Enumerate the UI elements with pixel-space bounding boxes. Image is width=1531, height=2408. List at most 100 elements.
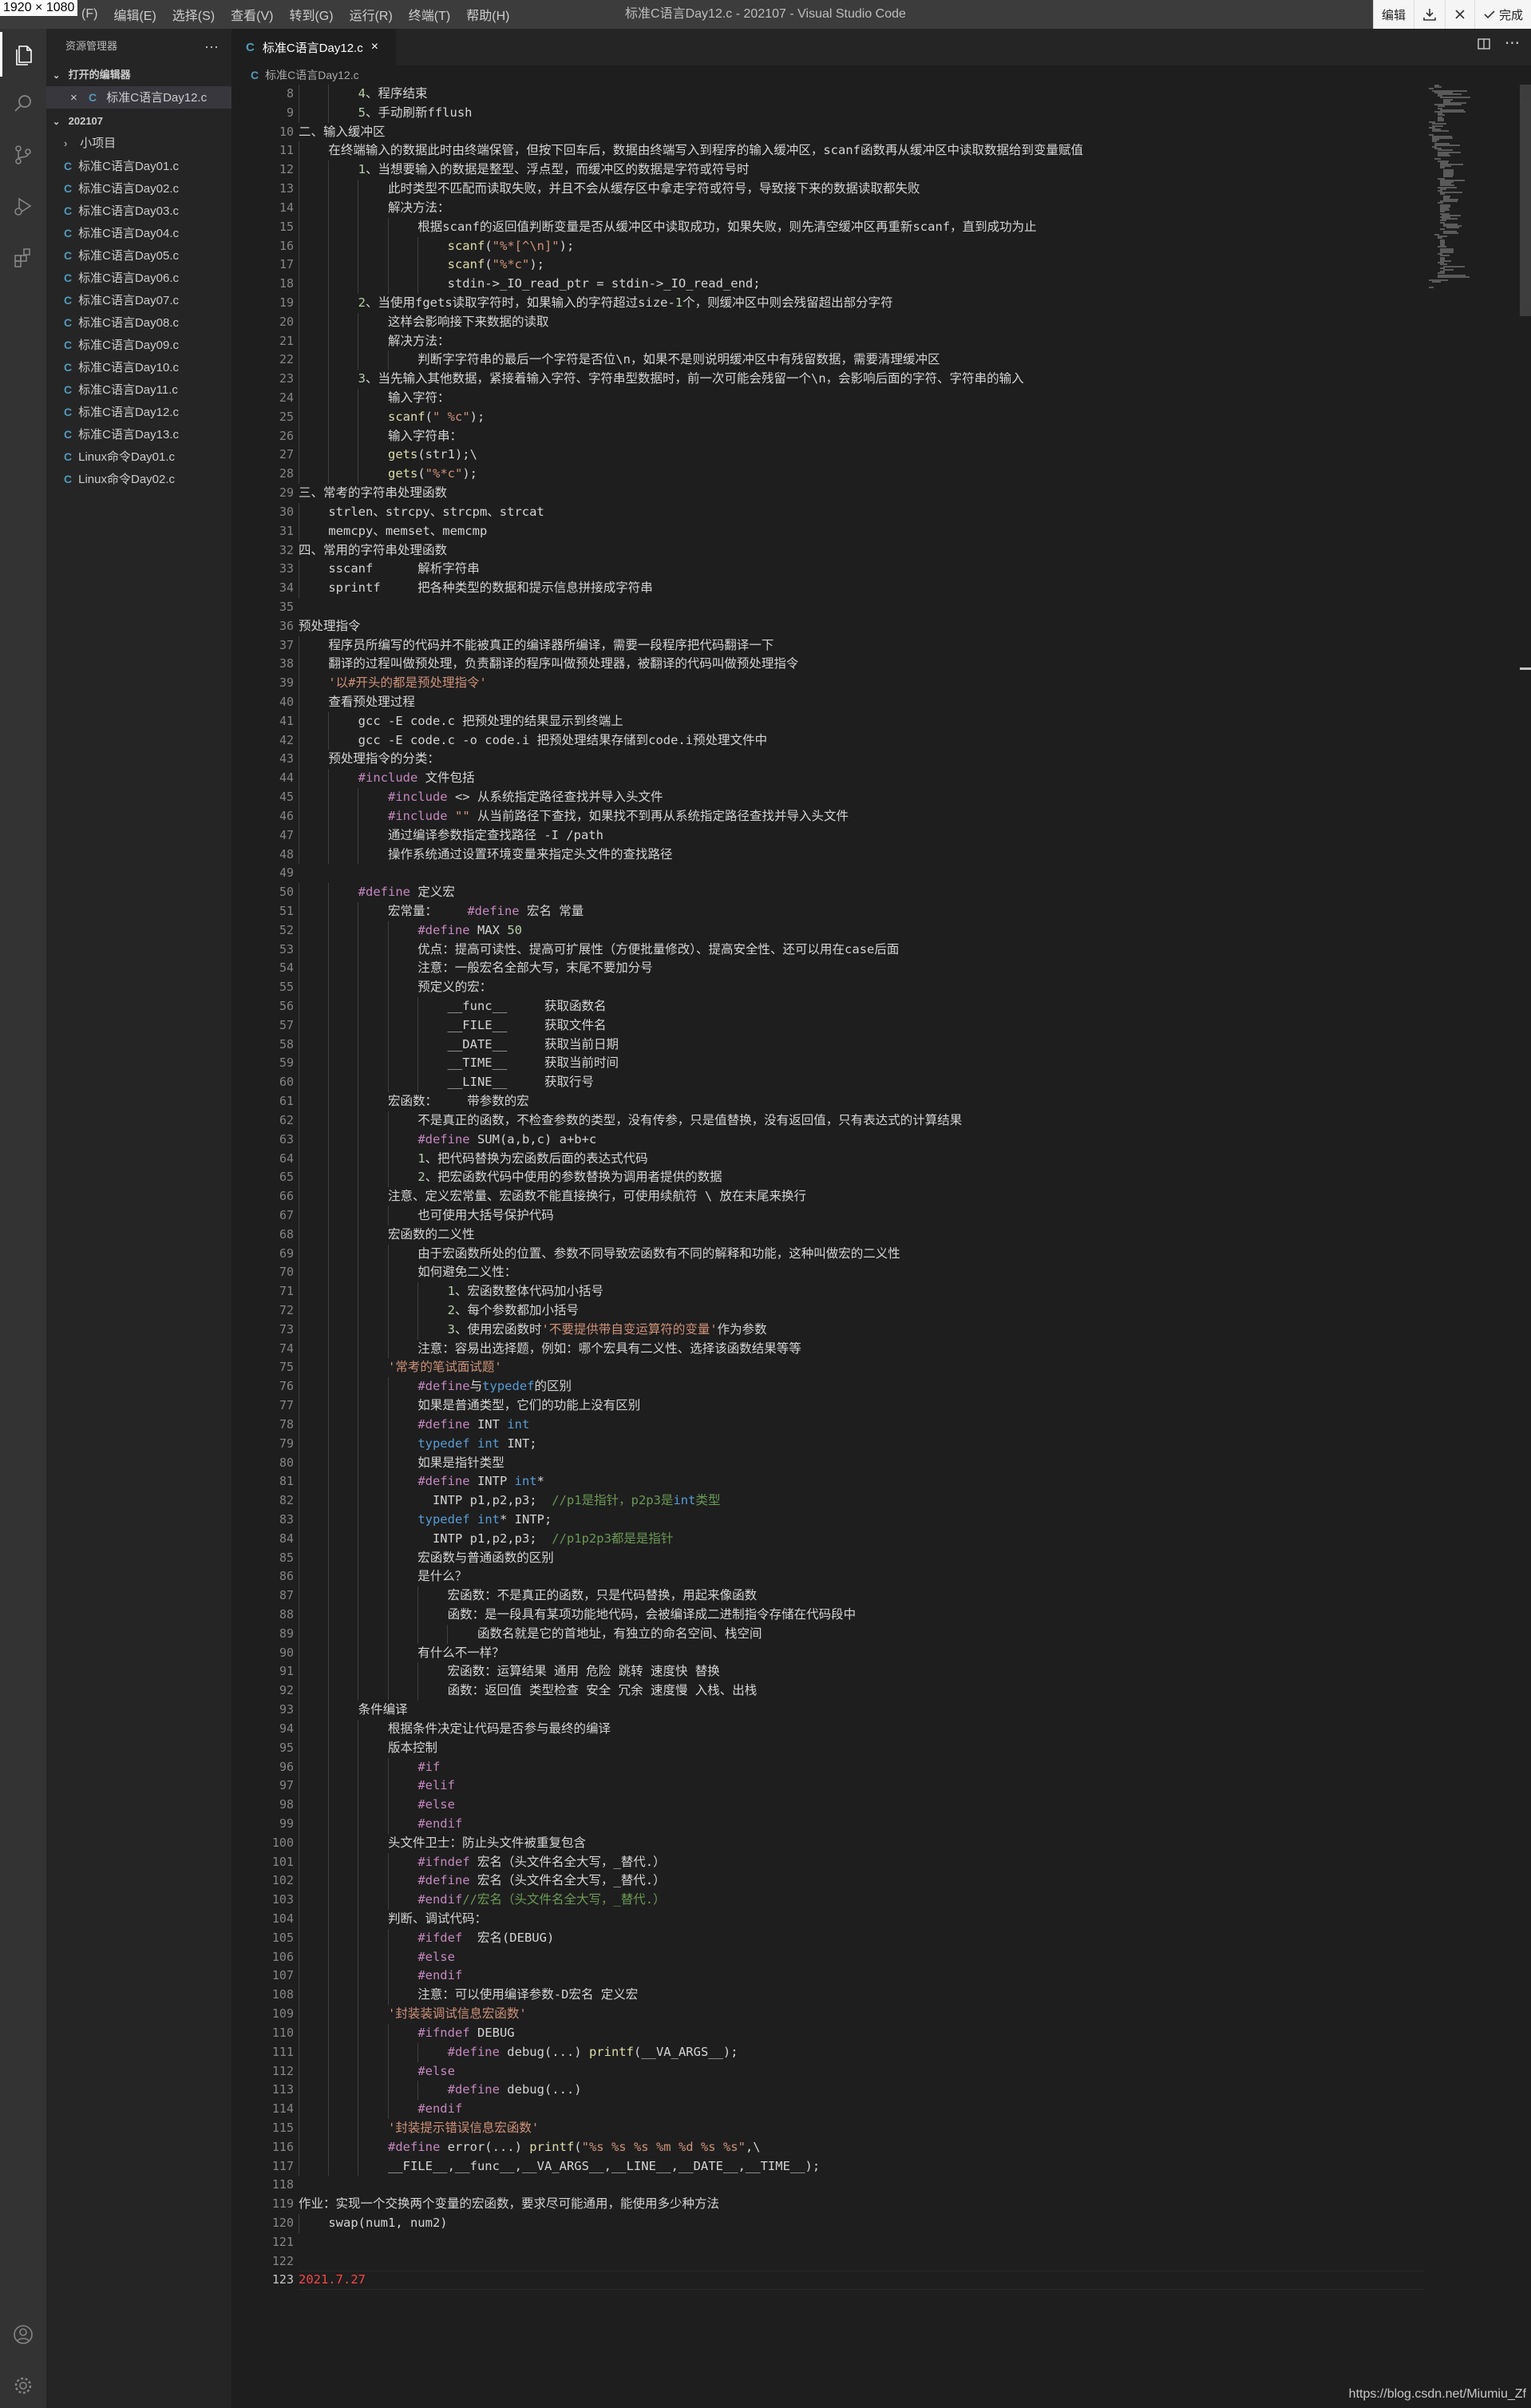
code-line[interactable]: #endif [299, 1814, 1424, 1834]
code-line[interactable]: 输入字符串： [299, 426, 1424, 446]
code-line[interactable]: #if [299, 1757, 1424, 1777]
code-line[interactable]: 有什么不一样？ [299, 1643, 1424, 1663]
code-line[interactable]: 在终端输入的数据此时由终端保管，但按下回车后，数据由终端写入到程序的输入缓冲区，… [299, 141, 1424, 161]
code-line[interactable]: 预定义的宏： [299, 978, 1424, 997]
source-control-icon[interactable] [0, 133, 46, 177]
menu-item[interactable]: 转到(G) [281, 5, 341, 24]
code-line[interactable]: '常考的笔试面试题' [299, 1358, 1424, 1378]
code-line[interactable]: 解决方法： [299, 198, 1424, 218]
file-item[interactable]: C 标准C语言Day06.c [46, 267, 231, 289]
code-line[interactable]: 判断、调试代码： [299, 1910, 1424, 1929]
code-line[interactable]: 是什么？ [299, 1567, 1424, 1587]
menu-item[interactable]: 选择(S) [164, 5, 223, 24]
code-line[interactable]: sprintf 把各种类型的数据和提示信息拼接成字符串 [299, 579, 1424, 598]
code-line[interactable]: gcc -E code.c -o code.i 把预处理结果存储到code.i预… [299, 731, 1424, 751]
code-line[interactable]: INTP p1,p2,p3; //p1是指针，p2p3是int类型 [299, 1491, 1424, 1511]
code-line[interactable]: __FILE__ 获取文件名 [299, 1016, 1424, 1036]
code-line[interactable]: 注意：一般宏名全部大写，末尾不要加分号 [299, 959, 1424, 979]
code-line[interactable]: #define 定义宏 [299, 883, 1424, 902]
code-line[interactable]: 3、当先输入其他数据，紧接着输入字符、字符串型数据时，前一次可能会残留一个\n，… [299, 370, 1424, 389]
menu-item[interactable]: 运行(R) [342, 5, 401, 24]
code-line[interactable]: 4、程序结束 [299, 85, 1424, 104]
close-tab-icon[interactable]: × [371, 40, 378, 54]
code-line[interactable]: #define 宏名（头文件名全大写，_替代.） [299, 1871, 1424, 1891]
code-line[interactable]: #define debug(...) [299, 2081, 1424, 2101]
code-line[interactable]: #define error(...) printf("%s %s %s %m %… [299, 2137, 1424, 2157]
code-line[interactable]: 2、每个参数都加小括号 [299, 1301, 1424, 1321]
code-line[interactable]: #define MAX 50 [299, 921, 1424, 941]
code-line[interactable]: #include <> 从系统指定路径查找并导入头文件 [299, 788, 1424, 807]
code-line[interactable]: gets(str1);\ [299, 446, 1424, 465]
file-item[interactable]: C 标准C语言Day13.c [46, 423, 231, 446]
code-line[interactable] [299, 2176, 1424, 2195]
extensions-icon[interactable] [0, 235, 46, 279]
code-line[interactable]: 三、常考的字符串处理函数 [299, 484, 1424, 503]
code-line[interactable]: 输入字符： [299, 389, 1424, 408]
code-line[interactable]: INTP p1,p2,p3; //p1p2p3都是是指针 [299, 1529, 1424, 1549]
code-line[interactable]: 2021.7.27 [299, 2271, 1424, 2291]
file-item[interactable]: C 标准C语言Day02.c [46, 177, 231, 200]
code-line[interactable]: 如果是指针类型 [299, 1453, 1424, 1473]
download-icon[interactable] [1413, 0, 1445, 29]
code-line[interactable]: 查看预处理过程 [299, 693, 1424, 712]
code-line[interactable]: #include "" 从当前路径下查找，如果找不到再从系统指定路径查找并导入头… [299, 806, 1424, 826]
file-item[interactable]: C 标准C语言Day12.c [46, 401, 231, 423]
code-line[interactable]: 2、把宏函数代码中使用的参数替换为调用者提供的数据 [299, 1168, 1424, 1188]
code-line[interactable]: 注意：可以使用编译参数-D宏名 定义宏 [299, 1986, 1424, 2006]
code-line[interactable]: 解决方法： [299, 331, 1424, 351]
file-item[interactable]: C Linux命令Day02.c [46, 468, 231, 490]
code-line[interactable]: stdin->_IO_read_ptr = stdin->_IO_read_en… [299, 275, 1424, 294]
code-line[interactable]: 如何避免二义性： [299, 1263, 1424, 1283]
code-line[interactable]: 宏常量： #define 宏名 常量 [299, 901, 1424, 921]
code-line[interactable]: 判断字字符串的最后一个字符是否位\n，如果不是则说明缓冲区中有残留数据，需要清理… [299, 351, 1424, 370]
code-editor[interactable]: 8 9 10 11 12 13 14 15 16 17 18 19 20 21 22 23 24 25 26 27 28… [231, 85, 1429, 2408]
workspace-section[interactable]: ⌄ 202107 [46, 110, 231, 133]
code-line[interactable]: 翻译的过程叫做预处理，负责翻译的程序叫做预处理器，被翻译的代码叫做预处理指令 [299, 655, 1424, 675]
folder-item[interactable]: › 小项目 [46, 133, 231, 155]
more-actions-icon[interactable]: ··· [1505, 34, 1520, 53]
code-line[interactable]: 1、当想要输入的数据是整型、浮点型，而缓冲区的数据是字符或符号时 [299, 160, 1424, 180]
code-line[interactable]: #endif [299, 2100, 1424, 2119]
code-line[interactable]: 二、输入缓冲区 [299, 123, 1424, 142]
code-line[interactable]: 不是真正的函数，不检查参数的类型，没有传参，只是值替换，没有返回值，只有表达式的… [299, 1111, 1424, 1131]
file-item[interactable]: C 标准C语言Day08.c [46, 311, 231, 334]
code-line[interactable]: strlen、strcpy、strcpm、strcat [299, 502, 1424, 522]
close-icon[interactable] [1444, 0, 1474, 29]
code-line[interactable]: #define INT int [299, 1415, 1424, 1435]
code-line[interactable]: 宏函数：运算结果 通用 危险 跳转 速度快 替换 [299, 1662, 1424, 1682]
code-line[interactable]: __TIME__ 获取当前时间 [299, 1054, 1424, 1074]
code-line[interactable]: typedef int* INTP; [299, 1510, 1424, 1530]
code-line[interactable] [299, 2233, 1424, 2252]
menu-item[interactable]: 查看(V) [223, 5, 281, 24]
code-line[interactable]: #else [299, 1947, 1424, 1967]
code-line[interactable]: 根据条件决定让代码是否参与最终的编译 [299, 1719, 1424, 1739]
code-line[interactable]: #define与typedef的区别 [299, 1377, 1424, 1397]
settings-gear-icon[interactable] [0, 2363, 46, 2408]
menu-item[interactable]: (F) [73, 7, 105, 22]
done-button[interactable]: 完成 [1474, 0, 1531, 29]
code-line[interactable]: 注意、定义宏常量、宏函数不能直接换行，可使用续航符 \ 放在末尾来换行 [299, 1187, 1424, 1206]
code-line[interactable]: __DATE__ 获取当前日期 [299, 1035, 1424, 1055]
file-item[interactable]: C 标准C语言Day01.c [46, 155, 231, 177]
code-line[interactable]: swap(num1, num2) [299, 2214, 1424, 2233]
code-line[interactable]: 1、把代码替换为宏函数后面的表达式代码 [299, 1149, 1424, 1169]
more-actions-icon[interactable]: ··· [204, 29, 219, 64]
code-line[interactable] [299, 598, 1424, 617]
code-line[interactable]: 也可使用大括号保护代码 [299, 1206, 1424, 1226]
code-line[interactable]: #elif [299, 1776, 1424, 1796]
code-line[interactable]: 由于宏函数所处的位置、参数不同导致宏函数有不同的解释和功能，这种叫做宏的二义性 [299, 1244, 1424, 1264]
code-line[interactable]: 根据scanf的返回值判断变量是否从缓冲区中读取成功，如果失败，则先清空缓冲区再… [299, 217, 1424, 237]
code-line[interactable]: #ifdef 宏名(DEBUG) [299, 1928, 1424, 1948]
menu-item[interactable]: 终端(T) [401, 5, 458, 24]
code-line[interactable]: '封装装调试信息宏函数' [299, 2005, 1424, 2024]
code-line[interactable]: __FILE__,__func__,__VA_ARGS__,__LINE__,_… [299, 2157, 1424, 2176]
code-line[interactable]: #ifndef 宏名（头文件名全大写，_替代.） [299, 1852, 1424, 1872]
run-debug-icon[interactable] [0, 184, 46, 228]
code-line[interactable]: #define INTP int* [299, 1472, 1424, 1492]
file-item[interactable]: C 标准C语言Day10.c [46, 356, 231, 378]
code-line[interactable]: 函数：返回值 类型检查 安全 冗余 速度慢 入栈、出栈 [299, 1681, 1424, 1701]
open-editor-item[interactable]: × C 标准C语言Day12.c [46, 86, 231, 109]
code-line[interactable]: 这样会影响接下来数据的读取 [299, 312, 1424, 332]
code-line[interactable]: #include 文件包括 [299, 769, 1424, 789]
split-editor-icon[interactable] [1477, 37, 1491, 55]
